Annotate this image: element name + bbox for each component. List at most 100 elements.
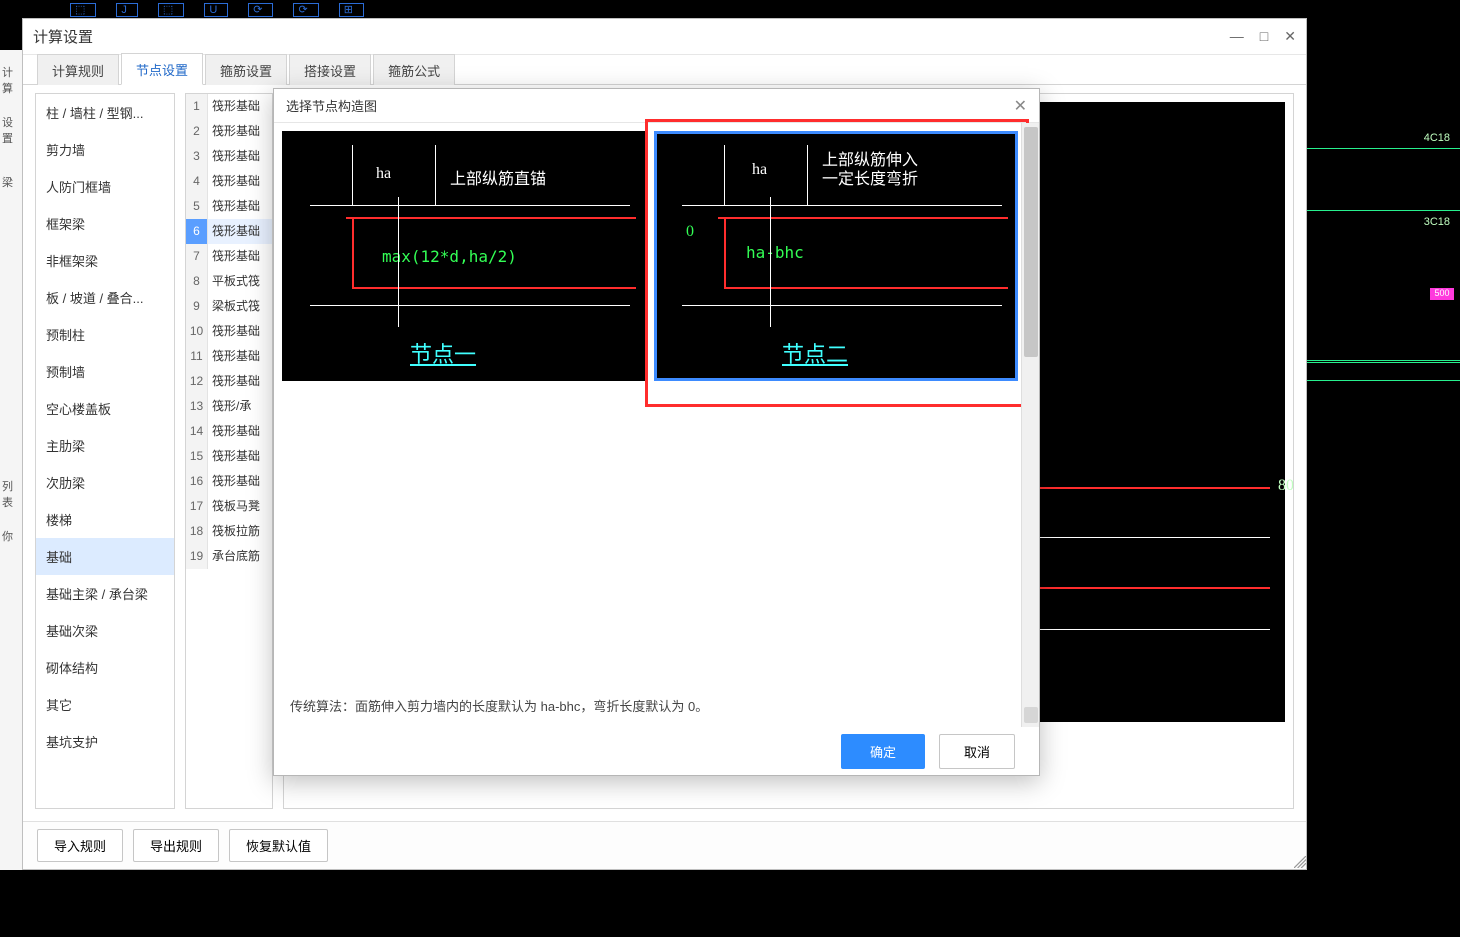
sidebar-item-16[interactable]: 其它 — [36, 686, 174, 723]
rule-number: 13 — [186, 394, 208, 419]
rule-text: 筏形基础 — [208, 319, 272, 344]
rule-row-15[interactable]: 15筏形基础 — [186, 444, 272, 469]
rule-text: 平板式筏 — [208, 269, 272, 294]
rule-text: 筏形基础 — [208, 469, 272, 494]
dialog-title: 计算设置 — [33, 26, 93, 47]
node-option-2[interactable]: ha 上部纵筋伸入 一定长度弯折 0 ha-bhc 节点二 — [654, 131, 1018, 381]
sidebar-item-10[interactable]: 次肋梁 — [36, 464, 174, 501]
sidebar-item-7[interactable]: 预制墙 — [36, 353, 174, 390]
modal-title: 选择节点构造图 — [286, 96, 377, 115]
maximize-button[interactable]: □ — [1260, 28, 1268, 45]
sidebar-item-4[interactable]: 非框架梁 — [36, 242, 174, 279]
node-option-1[interactable]: ha 上部纵筋直锚 max(12*d,ha/2) 节点一 — [282, 131, 646, 381]
rule-row-9[interactable]: 9梁板式筏 — [186, 294, 272, 319]
sidebar-item-12[interactable]: 基础 — [36, 538, 174, 575]
main-tab-2[interactable]: 箍筋设置 — [205, 54, 287, 85]
rule-text: 承台底筋 — [208, 544, 272, 569]
rule-row-7[interactable]: 7筏形基础 — [186, 244, 272, 269]
sidebar-item-6[interactable]: 预制柱 — [36, 316, 174, 353]
sidebar-item-14[interactable]: 基础次梁 — [36, 612, 174, 649]
rule-number: 3 — [186, 144, 208, 169]
rule-row-6[interactable]: 6筏形基础 — [186, 219, 272, 244]
main-tab-1[interactable]: 节点设置 — [121, 53, 203, 85]
rule-number: 14 — [186, 419, 208, 444]
rule-number: 17 — [186, 494, 208, 519]
rule-text: 筏形基础 — [208, 344, 272, 369]
dialog-footer: 导入规则 导出规则 恢复默认值 — [23, 821, 1306, 869]
sidebar-item-2[interactable]: 人防门框墙 — [36, 168, 174, 205]
rule-text: 筏板拉筋 — [208, 519, 272, 544]
rule-row-19[interactable]: 19承台底筋 — [186, 544, 272, 569]
sidebar-item-13[interactable]: 基础主梁 / 承台梁 — [36, 575, 174, 612]
rule-row-11[interactable]: 11筏形基础 — [186, 344, 272, 369]
export-rules-button[interactable]: 导出规则 — [133, 829, 219, 862]
category-sidebar: 柱 / 墙柱 / 型钢...剪力墙人防门框墙框架梁非框架梁板 / 坡道 / 叠合… — [35, 93, 175, 809]
rule-row-13[interactable]: 13筏形/承 — [186, 394, 272, 419]
rule-row-2[interactable]: 2筏形基础 — [186, 119, 272, 144]
modal-close-button[interactable]: ✕ — [1014, 96, 1027, 116]
rule-row-18[interactable]: 18筏板拉筋 — [186, 519, 272, 544]
sidebar-item-5[interactable]: 板 / 坡道 / 叠合... — [36, 279, 174, 316]
rule-number: 16 — [186, 469, 208, 494]
rule-text: 筏形基础 — [208, 194, 272, 219]
rule-text: 筏形基础 — [208, 219, 272, 244]
rule-number: 19 — [186, 544, 208, 569]
rule-number: 18 — [186, 519, 208, 544]
rule-number: 2 — [186, 119, 208, 144]
sidebar-item-17[interactable]: 基坑支护 — [36, 723, 174, 760]
rule-text: 筏形基础 — [208, 144, 272, 169]
sidebar-item-15[interactable]: 砌体结构 — [36, 649, 174, 686]
main-tab-4[interactable]: 箍筋公式 — [373, 54, 455, 85]
rule-number: 4 — [186, 169, 208, 194]
ok-button[interactable]: 确定 — [841, 734, 925, 769]
cancel-button[interactable]: 取消 — [939, 734, 1015, 769]
rule-number: 11 — [186, 344, 208, 369]
sidebar-item-1[interactable]: 剪力墙 — [36, 131, 174, 168]
rule-text: 筏形/承 — [208, 394, 272, 419]
cad-canvas-bg: 4C18 3C18 500 — [1305, 40, 1460, 937]
rule-number: 15 — [186, 444, 208, 469]
rule-number: 9 — [186, 294, 208, 319]
rule-row-16[interactable]: 16筏形基础 — [186, 469, 272, 494]
rule-text: 筏板马凳 — [208, 494, 272, 519]
close-button[interactable]: ✕ — [1284, 28, 1296, 45]
reset-default-button[interactable]: 恢复默认值 — [229, 829, 328, 862]
rule-text: 筏形基础 — [208, 119, 272, 144]
rule-text: 筏形基础 — [208, 419, 272, 444]
rule-number: 1 — [186, 94, 208, 119]
rule-text: 筏形基础 — [208, 169, 272, 194]
rule-row-3[interactable]: 3筏形基础 — [186, 144, 272, 169]
rule-number: 6 — [186, 219, 208, 244]
rule-row-5[interactable]: 5筏形基础 — [186, 194, 272, 219]
rule-row-12[interactable]: 12筏形基础 — [186, 369, 272, 394]
sidebar-item-3[interactable]: 框架梁 — [36, 205, 174, 242]
rule-text: 梁板式筏 — [208, 294, 272, 319]
rule-text: 筏形基础 — [208, 244, 272, 269]
sidebar-item-8[interactable]: 空心楼盖板 — [36, 390, 174, 427]
main-tab-0[interactable]: 计算规则 — [37, 54, 119, 85]
rule-text: 筏形基础 — [208, 444, 272, 469]
rule-number: 8 — [186, 269, 208, 294]
rule-text: 筏形基础 — [208, 94, 272, 119]
rule-row-14[interactable]: 14筏形基础 — [186, 419, 272, 444]
modal-scrollbar[interactable] — [1021, 123, 1039, 727]
rule-number: 5 — [186, 194, 208, 219]
modal-desc: 传统算法：面筋伸入剪力墙内的长度默认为 ha-bhc，弯折长度默认为 0。 — [282, 692, 1031, 719]
rule-row-4[interactable]: 4筏形基础 — [186, 169, 272, 194]
sidebar-item-11[interactable]: 楼梯 — [36, 501, 174, 538]
rule-row-10[interactable]: 10筏形基础 — [186, 319, 272, 344]
import-rules-button[interactable]: 导入规则 — [37, 829, 123, 862]
sidebar-item-0[interactable]: 柱 / 墙柱 / 型钢... — [36, 94, 174, 131]
minimize-button[interactable]: — — [1230, 28, 1244, 45]
main-tab-3[interactable]: 搭接设置 — [289, 54, 371, 85]
rule-number: 7 — [186, 244, 208, 269]
resize-grip-icon[interactable] — [1294, 856, 1306, 868]
rule-row-17[interactable]: 17筏板马凳 — [186, 494, 272, 519]
sidebar-item-9[interactable]: 主肋梁 — [36, 427, 174, 464]
rule-number: 12 — [186, 369, 208, 394]
node-select-modal: 选择节点构造图 ✕ ha 上部纵筋直锚 max(12*d,ha/2 — [273, 88, 1040, 776]
rule-row-1[interactable]: 1筏形基础 — [186, 94, 272, 119]
rule-row-8[interactable]: 8平板式筏 — [186, 269, 272, 294]
rule-text: 筏形基础 — [208, 369, 272, 394]
rule-number: 10 — [186, 319, 208, 344]
